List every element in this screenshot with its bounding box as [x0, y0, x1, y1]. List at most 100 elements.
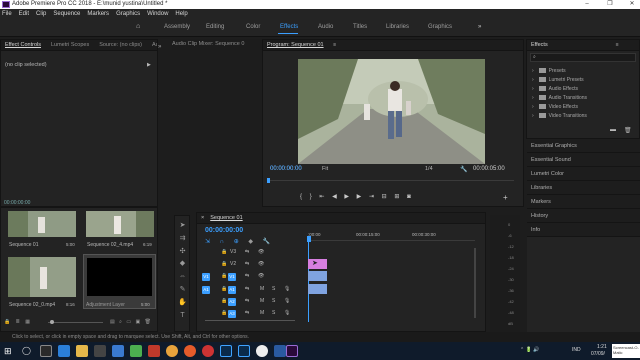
panel-history[interactable]: History [527, 209, 640, 223]
sync-icon[interactable]: ⇆ [245, 249, 249, 255]
task-view-icon[interactable] [40, 345, 52, 357]
hand-tool-icon[interactable]: ✋ [178, 298, 187, 307]
clip-a1[interactable] [308, 284, 327, 294]
resolution-dropdown[interactable]: 1/4 [425, 166, 433, 172]
thumb-sequence-02-0[interactable] [8, 257, 76, 297]
home-icon[interactable]: ⌂ [136, 23, 140, 30]
workspace-assembly[interactable]: Assembly [164, 24, 190, 30]
source-patch-a1[interactable]: A1 [202, 286, 210, 294]
timeline-ruler[interactable] [307, 227, 475, 241]
lock-icon[interactable]: 🔒 [221, 310, 227, 316]
extract-icon[interactable]: ⊞ [394, 194, 399, 200]
playhead-marker[interactable] [267, 178, 270, 183]
workspace-titles[interactable]: Titles [353, 24, 367, 30]
zoom-slider-handle[interactable] [50, 320, 54, 324]
clock-date[interactable]: 07/09/ [591, 351, 605, 357]
fit-dropdown[interactable]: Fit [322, 166, 328, 172]
windows-start-icon[interactable]: ⊞ [4, 345, 16, 357]
workspace-color[interactable]: Color [246, 24, 260, 30]
new-bin-icon[interactable]: ▭ [126, 319, 131, 325]
icon-view-icon[interactable]: ▦ [25, 319, 30, 325]
language-indicator[interactable]: IND [572, 347, 581, 353]
mute-button[interactable]: M [260, 286, 264, 292]
tab-effect-controls[interactable]: Effect Controls [5, 40, 41, 50]
new-item-icon[interactable]: ▣ [135, 319, 140, 325]
panel-essential-graphics[interactable]: Essential Graphics [527, 139, 640, 153]
thumb-sequence-01[interactable] [8, 211, 76, 237]
effects-menu-icon[interactable]: ≡ [616, 42, 619, 48]
app-icon-red[interactable] [148, 345, 160, 357]
tab-program[interactable]: Program: Sequence 01 [267, 40, 324, 50]
panel-menu-icon[interactable]: ≡ [333, 42, 336, 48]
chrome-icon[interactable] [166, 345, 178, 357]
timeline-timecode[interactable]: 00:00:00:00 [205, 227, 243, 234]
workspace-graphics[interactable]: Graphics [428, 24, 452, 30]
mark-out-icon[interactable]: } [310, 194, 312, 200]
tab-sequence-01[interactable]: Sequence 01 [210, 213, 242, 223]
settings-wrench-icon[interactable]: 🔧 [460, 166, 467, 173]
sync-icon[interactable]: ⇆ [245, 261, 249, 267]
lock-icon[interactable]: 🔒 [221, 261, 227, 267]
add-marker-icon[interactable]: ◆ [248, 239, 253, 245]
delete-effect-icon[interactable]: 🗑 [624, 127, 632, 134]
menu-file[interactable]: File [2, 11, 12, 17]
tray-icons[interactable]: ⌃ 🔋 🔊 [520, 347, 539, 353]
workspace-effects[interactable]: Effects [280, 24, 298, 30]
panel-lumetri-color[interactable]: Lumetri Color [527, 167, 640, 181]
razor-tool-icon[interactable]: ◆ [178, 259, 187, 268]
ripple-edit-tool-icon[interactable]: ✣ [178, 247, 187, 256]
track-target-v1[interactable]: V1 [228, 273, 236, 281]
solo-button[interactable]: S [272, 298, 275, 304]
tab-audio-clip-mixer[interactable]: Audio Clip Mixer: Sequence 0 [152, 40, 157, 50]
microphone-icon[interactable]: 🎙 [284, 286, 290, 292]
step-back-icon[interactable]: ◀ [332, 194, 337, 200]
audio-clip-mixer-tab[interactable]: Audio Clip Mixer: Sequence 0 [172, 39, 262, 50]
edge-icon[interactable] [58, 345, 70, 357]
linked-selection-icon[interactable]: ⊕ [234, 239, 239, 245]
timeline-settings-icon[interactable]: 🔧 [263, 239, 270, 245]
effects-folder-audio-transitions[interactable]: › Audio Transitions [532, 94, 587, 103]
find-icon[interactable]: ⌕ [119, 319, 122, 325]
slip-tool-icon[interactable]: ⇔ [178, 272, 187, 281]
yandex-icon[interactable] [256, 345, 268, 357]
mail-icon[interactable] [112, 345, 124, 357]
opera-icon[interactable] [202, 345, 214, 357]
panel-overflow-icon[interactable]: » [158, 44, 164, 56]
tab-effects[interactable]: Effects [531, 40, 548, 50]
trash-icon[interactable]: 🗑 [145, 319, 151, 325]
workspace-audio[interactable]: Audio [318, 24, 333, 30]
menu-markers[interactable]: Markers [87, 11, 109, 17]
microphone-icon[interactable]: 🎙 [284, 298, 290, 304]
menu-clip[interactable]: Clip [36, 11, 46, 17]
app-icon-green[interactable] [130, 345, 142, 357]
mute-button[interactable]: M [260, 310, 264, 316]
sync-icon[interactable]: ⇆ [245, 273, 249, 279]
track-target-a1[interactable]: A1 [228, 286, 236, 294]
panel-play-icon[interactable]: ▶ [147, 62, 151, 68]
app-icon-blue[interactable] [274, 345, 286, 357]
eye-icon[interactable]: 👁 [258, 249, 264, 255]
panel-essential-sound[interactable]: Essential Sound [527, 153, 640, 167]
clock-time[interactable]: 1:21 [597, 344, 607, 350]
more-workspaces-icon[interactable]: » [478, 24, 481, 30]
automate-icon[interactable]: ▤ [110, 319, 115, 325]
snap-icon[interactable]: ∩ [220, 239, 224, 245]
pen-tool-icon[interactable]: ✎ [178, 285, 187, 294]
go-out-icon[interactable]: ⇥ [369, 194, 374, 200]
list-view-icon[interactable]: ≣ [16, 319, 20, 325]
track-target-a3[interactable]: A3 [228, 310, 236, 318]
mark-in-icon[interactable]: { [300, 194, 302, 200]
maximize-icon[interactable]: ❐ [603, 0, 617, 9]
solo-button[interactable]: S [272, 286, 275, 292]
timeline-zoom-scrollbar[interactable] [205, 320, 295, 321]
mute-button[interactable]: M [260, 298, 264, 304]
panel-libraries[interactable]: Libraries [527, 181, 640, 195]
effects-search-input[interactable]: ⌕ [530, 53, 636, 62]
type-tool-icon[interactable]: T [178, 311, 187, 320]
close-sequence-icon[interactable]: × [201, 213, 204, 223]
menu-help[interactable]: Help [175, 11, 187, 17]
program-scrubber[interactable] [268, 180, 514, 181]
lock-icon[interactable]: 🔒 [4, 319, 10, 325]
store-icon[interactable] [94, 345, 106, 357]
step-forward-icon[interactable]: ▶ [357, 194, 362, 200]
